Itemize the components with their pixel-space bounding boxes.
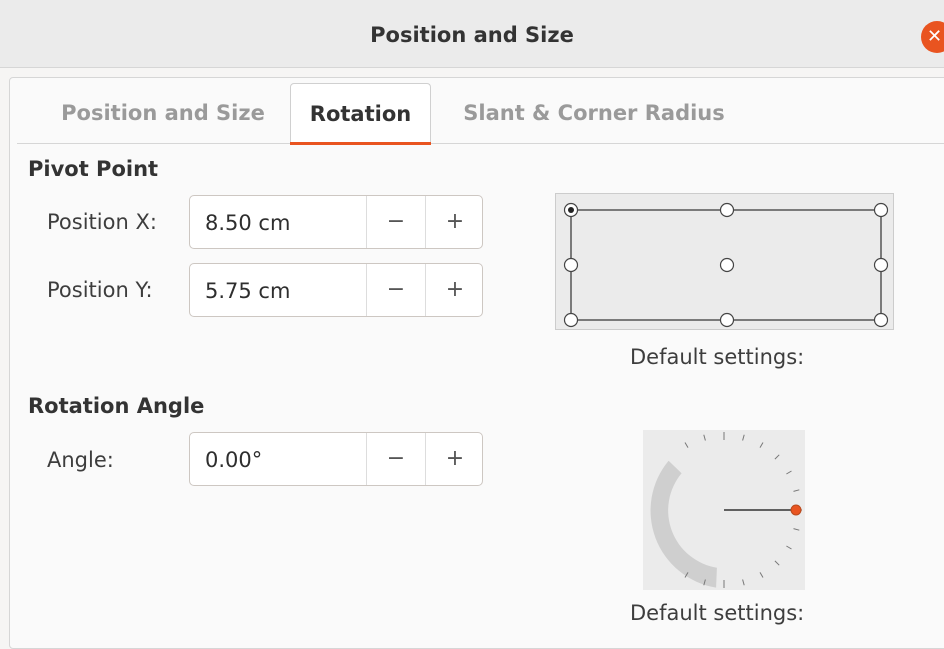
dial-tick <box>703 434 706 441</box>
dial-tick <box>786 545 792 550</box>
position-y-decrement-button[interactable]: − <box>366 264 425 316</box>
pivot-point-top-center[interactable] <box>719 202 735 218</box>
pivot-point-top-left[interactable] <box>563 202 579 218</box>
dial-tick <box>684 442 689 448</box>
tab-rotation-label: Rotation <box>309 102 412 126</box>
pivot-point-grid <box>563 202 889 328</box>
position-x-input[interactable]: 8.50 cm <box>205 196 290 250</box>
rotation-dial-graphic <box>650 432 802 588</box>
position-y-spinbox: 5.75 cm − + <box>189 263 483 317</box>
close-icon: ✕ <box>927 26 943 47</box>
position-y-input[interactable]: 5.75 cm <box>205 264 290 318</box>
angle-increment-button[interactable]: + <box>425 433 484 485</box>
dial-handle-knob[interactable] <box>790 504 802 516</box>
pivot-point-middle-left[interactable] <box>563 257 579 273</box>
title-bar: Position and Size ✕ <box>0 0 944 68</box>
angle-decrement-button[interactable]: − <box>366 433 425 485</box>
position-x-decrement-button[interactable]: − <box>366 196 425 248</box>
dial-tick <box>793 489 800 492</box>
pivot-point-heading: Pivot Point <box>28 157 159 181</box>
pivot-point-middle-right[interactable] <box>873 257 889 273</box>
dial-tick <box>774 454 780 460</box>
position-y-increment-button[interactable]: + <box>425 264 484 316</box>
tab-slant-corner-radius[interactable]: Slant & Corner Radius <box>449 83 739 141</box>
dial-shaded-arc <box>650 460 717 588</box>
position-y-label: Position Y: <box>47 278 153 302</box>
rotation-dial[interactable] <box>643 430 805 590</box>
dial-tick <box>786 470 792 475</box>
dial-tick <box>793 528 800 531</box>
window-title: Position and Size <box>370 23 574 47</box>
dial-tick <box>742 579 745 586</box>
position-x-spinbox: 8.50 cm − + <box>189 195 483 249</box>
pivot-point-bottom-left[interactable] <box>563 312 579 328</box>
pivot-point-selector <box>555 193 894 330</box>
dial-tick <box>774 560 780 566</box>
active-tab-indicator <box>290 142 431 145</box>
tab-position-and-size[interactable]: Position and Size <box>37 83 289 141</box>
pivot-point-bottom-right[interactable] <box>873 312 889 328</box>
dial-tick <box>742 434 745 441</box>
angle-spinbox: 0.00° − + <box>189 432 483 486</box>
tab-bar: Position and Size Rotation Slant & Corne… <box>17 83 944 145</box>
pivot-default-settings-caption: Default settings: <box>630 345 805 369</box>
tab-rotation[interactable]: Rotation <box>290 83 431 145</box>
rotation-default-settings-caption: Default settings: <box>630 601 805 625</box>
angle-label: Angle: <box>47 448 114 472</box>
pivot-point-center[interactable] <box>719 257 735 273</box>
position-x-label: Position X: <box>47 210 157 234</box>
dial-tick <box>759 572 764 578</box>
position-x-increment-button[interactable]: + <box>425 196 484 248</box>
dial-tick <box>759 442 764 448</box>
rotation-angle-heading: Rotation Angle <box>28 394 205 418</box>
angle-input[interactable]: 0.00° <box>205 433 262 487</box>
pivot-point-bottom-center[interactable] <box>719 312 735 328</box>
pivot-point-top-right[interactable] <box>873 202 889 218</box>
